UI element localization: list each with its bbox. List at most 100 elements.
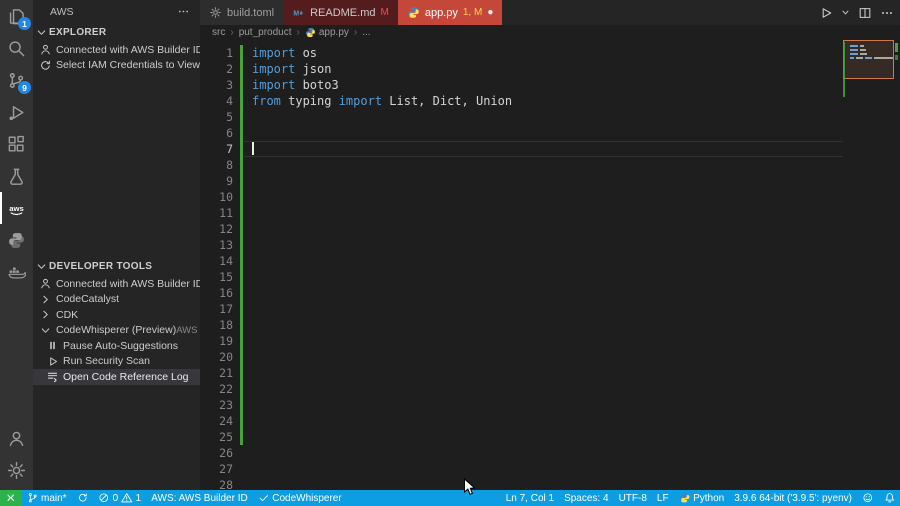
code-line-17[interactable]: 17 bbox=[200, 301, 900, 317]
dirty-indicator[interactable]: ● bbox=[487, 7, 493, 18]
codewhisperer-item[interactable]: CodeWhisperer (Preview)AWS ... bbox=[33, 323, 200, 339]
explorer-section: EXPLORER Connected with AWS Builder ID Se… bbox=[33, 23, 200, 73]
python-icon bbox=[305, 27, 316, 38]
code-line-20[interactable]: 20 bbox=[200, 349, 900, 365]
code-line-26[interactable]: 26 bbox=[200, 445, 900, 461]
code-line-23[interactable]: 23 bbox=[200, 397, 900, 413]
problems-status[interactable]: 01 bbox=[93, 490, 146, 506]
account-icon[interactable] bbox=[0, 422, 33, 454]
git-branch-status[interactable]: main* bbox=[22, 490, 72, 506]
code-line-14[interactable]: 14 bbox=[200, 253, 900, 269]
code-line-4[interactable]: 4 from typing import List, Dict, Union bbox=[200, 93, 900, 109]
aws-credentials-status[interactable]: AWS: AWS Builder ID bbox=[146, 490, 253, 506]
sidebar-more-actions-icon[interactable] bbox=[177, 5, 190, 18]
notifications-bell[interactable] bbox=[879, 490, 900, 506]
explorer-builder-id-status[interactable]: Connected with AWS Builder ID bbox=[33, 42, 200, 58]
code-line-13[interactable]: 13 bbox=[200, 237, 900, 253]
run-security-scan-item[interactable]: Run Security Scan bbox=[33, 354, 200, 370]
cursor-position-status[interactable]: Ln 7, Col 1 bbox=[501, 490, 559, 506]
more-editor-actions-button[interactable] bbox=[880, 6, 894, 20]
sidebar-title-bar: AWS bbox=[33, 0, 200, 23]
run-debug-icon[interactable] bbox=[0, 96, 33, 128]
line-number: 18 bbox=[219, 318, 233, 332]
chevron-down-icon bbox=[35, 26, 48, 39]
pause-auto-suggestions-item[interactable]: Pause Auto-Suggestions bbox=[33, 338, 200, 354]
code-line-24[interactable]: 24 bbox=[200, 413, 900, 429]
item-label: Connected with AWS Builder ID bbox=[56, 277, 200, 290]
python-interpreter-status[interactable]: 3.9.6 64-bit ('3.9.5': pyenv) bbox=[729, 490, 857, 506]
breadcrumb-label: app.py bbox=[318, 27, 349, 38]
code-line-10[interactable]: 10 bbox=[200, 189, 900, 205]
code-line-7[interactable]: 7 bbox=[200, 141, 900, 157]
code-line-8[interactable]: 8 bbox=[200, 157, 900, 173]
code-line-9[interactable]: 9 bbox=[200, 173, 900, 189]
code-line-12[interactable]: 12 bbox=[200, 221, 900, 237]
search-icon[interactable] bbox=[0, 32, 33, 64]
feedback-button[interactable] bbox=[857, 490, 879, 506]
python-extension-icon[interactable] bbox=[0, 224, 33, 256]
code-line-21[interactable]: 21 bbox=[200, 365, 900, 381]
devtools-builder-id-status[interactable]: Connected with AWS Builder ID bbox=[33, 276, 200, 292]
source-control-icon[interactable]: 9 bbox=[0, 64, 33, 96]
tab-app-py[interactable]: app.py 1, M ● bbox=[397, 0, 503, 25]
extensions-icon[interactable] bbox=[0, 128, 33, 160]
code-line-1[interactable]: 1 import os bbox=[200, 45, 900, 61]
code-line-16[interactable]: 16 bbox=[200, 285, 900, 301]
encoding-status[interactable]: UTF-8 bbox=[614, 490, 652, 506]
tab-build-toml[interactable]: build.toml bbox=[200, 0, 284, 25]
select-iam-credentials[interactable]: Select IAM Credentials to View ... bbox=[33, 58, 200, 74]
eol-status[interactable]: LF bbox=[652, 490, 674, 506]
bell-icon bbox=[884, 492, 896, 504]
line-number: 28 bbox=[219, 478, 233, 490]
breadcrumb-label: put_product bbox=[238, 27, 292, 38]
code-line-15[interactable]: 15 bbox=[200, 269, 900, 285]
sync-changes-button[interactable] bbox=[72, 490, 94, 506]
breadcrumb-item[interactable]: ... bbox=[362, 27, 370, 38]
code-line-25[interactable]: 25 bbox=[200, 429, 900, 445]
code-line-11[interactable]: 11 bbox=[200, 205, 900, 221]
code-line-28[interactable]: 28 bbox=[200, 477, 900, 490]
remote-indicator[interactable] bbox=[0, 490, 22, 506]
aws-toolkit-icon[interactable]: aws bbox=[0, 192, 33, 224]
line-number: 22 bbox=[219, 382, 233, 396]
code-line-3[interactable]: 3 import boto3 bbox=[200, 77, 900, 93]
code-text: import os bbox=[252, 46, 318, 60]
line-number: 7 bbox=[226, 142, 233, 156]
breadcrumb-item[interactable]: app.py bbox=[305, 27, 349, 38]
cdk-item[interactable]: CDK bbox=[33, 307, 200, 323]
overview-ruler[interactable] bbox=[893, 40, 900, 490]
tab-readme-md[interactable]: M README.md M bbox=[283, 0, 398, 25]
line-number: 15 bbox=[219, 270, 233, 284]
code-line-27[interactable]: 27 bbox=[200, 461, 900, 477]
explorer-icon[interactable]: 1 bbox=[0, 0, 33, 32]
codecatalyst-item[interactable]: CodeCatalyst bbox=[33, 292, 200, 308]
code-line-18[interactable]: 18 bbox=[200, 317, 900, 333]
line-number: 16 bbox=[219, 286, 233, 300]
breadcrumb-item[interactable]: src bbox=[212, 27, 225, 38]
code-line-22[interactable]: 22 bbox=[200, 381, 900, 397]
run-dropdown-caret[interactable] bbox=[841, 8, 850, 17]
minimap[interactable] bbox=[843, 40, 894, 162]
code-line-6[interactable]: 6 bbox=[200, 125, 900, 141]
devtools-section-header[interactable]: DEVELOPER TOOLS bbox=[33, 257, 200, 276]
docker-icon[interactable] bbox=[0, 256, 33, 288]
breadcrumb-item[interactable]: put_product bbox=[239, 27, 292, 38]
indentation-status[interactable]: Spaces: 4 bbox=[559, 490, 613, 506]
code-line-19[interactable]: 19 bbox=[200, 333, 900, 349]
run-python-file-button[interactable] bbox=[819, 6, 833, 20]
line-number: 1 bbox=[226, 46, 233, 60]
code-line-2[interactable]: 2 import json bbox=[200, 61, 900, 77]
settings-gear-icon[interactable] bbox=[0, 454, 33, 486]
open-code-reference-log-item[interactable]: Open Code Reference Log bbox=[33, 369, 200, 385]
language-mode-status[interactable]: Python bbox=[674, 490, 730, 506]
split-editor-button[interactable] bbox=[858, 6, 872, 20]
tab-label: README.md bbox=[310, 6, 376, 19]
explorer-section-header[interactable]: EXPLORER bbox=[33, 23, 200, 42]
codewhisperer-status[interactable]: CodeWhisperer bbox=[253, 490, 347, 506]
code-line-5[interactable]: 5 bbox=[200, 109, 900, 125]
person-icon bbox=[39, 277, 52, 290]
segment-text: LF bbox=[656, 492, 669, 504]
testing-icon[interactable] bbox=[0, 160, 33, 192]
